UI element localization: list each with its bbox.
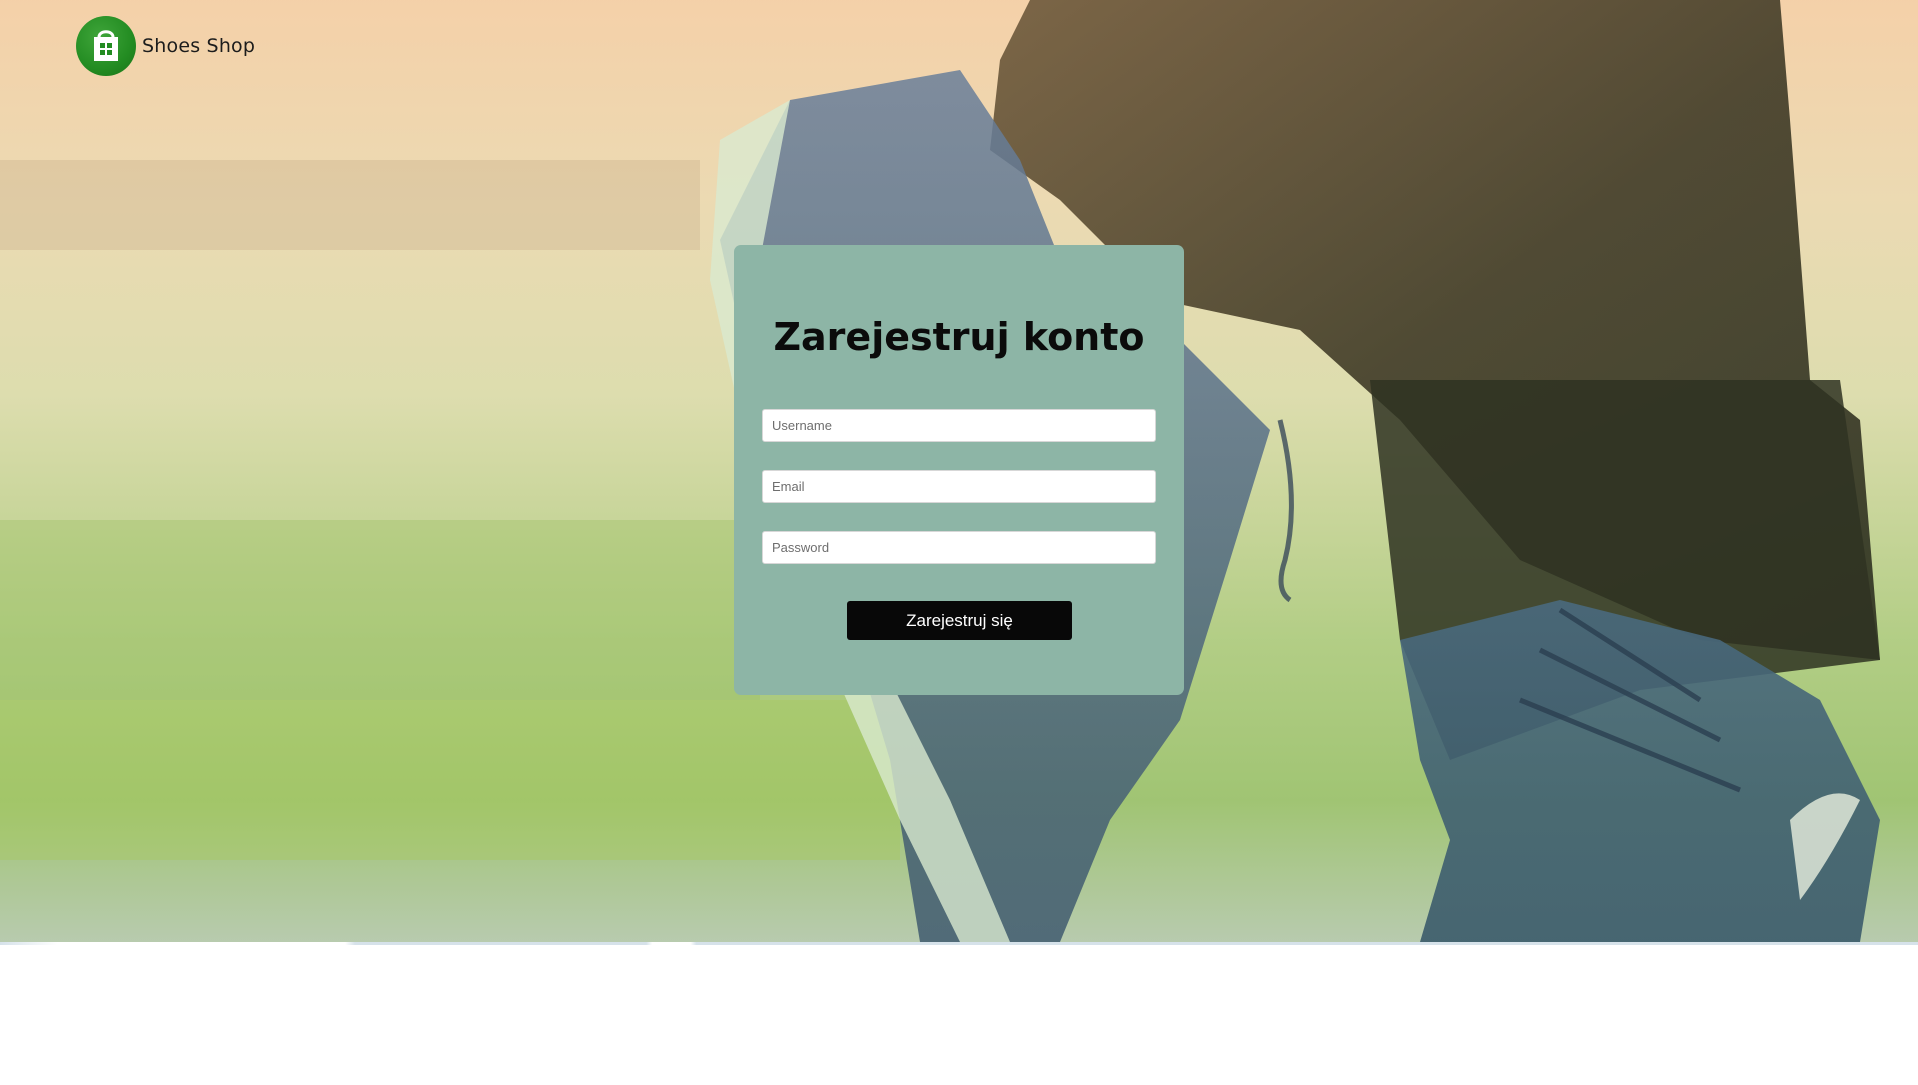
password-input[interactable]	[762, 531, 1156, 564]
hero-divider	[0, 942, 1918, 945]
windows-store-bag-icon	[94, 30, 118, 61]
register-card: Zarejestruj konto Zarejestruj się	[734, 245, 1184, 695]
brand[interactable]: Shoes Shop	[76, 16, 255, 76]
email-input[interactable]	[762, 470, 1156, 503]
register-title: Zarejestruj konto	[773, 315, 1145, 359]
register-button[interactable]: Zarejestruj się	[847, 601, 1072, 640]
username-input[interactable]	[762, 409, 1156, 442]
shopping-bag-icon[interactable]	[76, 16, 136, 76]
register-page: Shoes Shop Zarejestruj konto Zarejestruj…	[0, 0, 1918, 1085]
brand-name[interactable]: Shoes Shop	[142, 35, 255, 57]
